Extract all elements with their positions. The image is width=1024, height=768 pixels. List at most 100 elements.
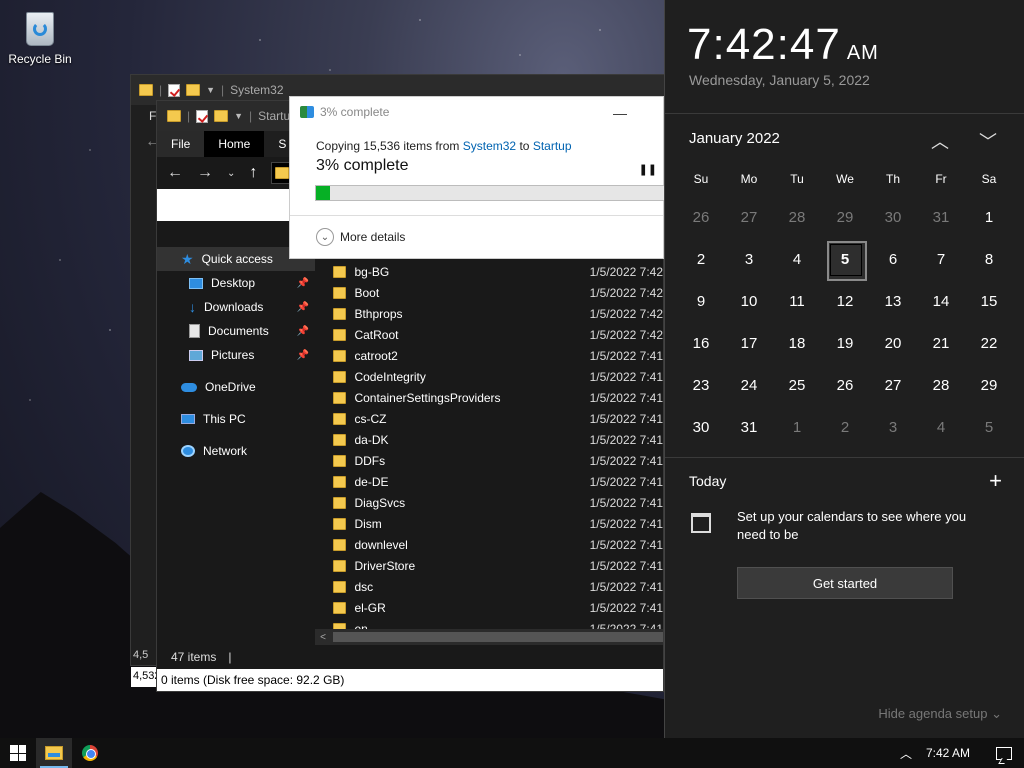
file-row[interactable]: bg-BG 1/5/2022 7:42	[333, 261, 663, 282]
calendar-day[interactable]: 14	[917, 280, 965, 322]
nav-item-downloads[interactable]: ↓ Downloads 📌	[157, 295, 315, 319]
calendar-day[interactable]: 3	[725, 238, 773, 280]
file-row[interactable]: CatRoot 1/5/2022 7:42	[333, 324, 663, 345]
calendar-day[interactable]: 7	[917, 238, 965, 280]
calendar-day[interactable]: 27	[869, 364, 917, 406]
calendar-day[interactable]: 29	[821, 196, 869, 238]
calendar-day[interactable]: 9	[677, 280, 725, 322]
pause-icon[interactable]: ❚❚	[639, 163, 657, 176]
show-hidden-icons-chevron-icon[interactable]: ︿	[894, 745, 918, 762]
taskbar-file-explorer[interactable]	[36, 738, 72, 768]
back-arrow-icon[interactable]: ←	[131, 123, 161, 151]
calendar-day[interactable]: 19	[821, 322, 869, 364]
new-folder-icon[interactable]	[186, 84, 201, 96]
nav-item-desktop[interactable]: Desktop 📌	[157, 271, 315, 295]
quick-access-dropdown-icon[interactable]: ▼	[234, 111, 243, 121]
file-row[interactable]: DiagSvcs 1/5/2022 7:41	[333, 492, 663, 513]
add-event-icon[interactable]: +	[989, 468, 1002, 494]
calendar-day[interactable]: 13	[869, 280, 917, 322]
calendar-day[interactable]: 22	[965, 322, 1013, 364]
calendar-day[interactable]: 24	[725, 364, 773, 406]
pin-icon[interactable]: 📌	[297, 302, 309, 313]
nav-item-documents[interactable]: Documents 📌	[157, 319, 315, 343]
calendar-day[interactable]: 10	[725, 280, 773, 322]
source-link[interactable]: System32	[463, 139, 516, 153]
hide-agenda-button[interactable]: Hide agenda setup ⌄	[878, 706, 1002, 722]
recycle-bin-shortcut[interactable]: Recycle Bin	[6, 8, 74, 66]
previous-month-chevron-icon[interactable]: ︿	[931, 128, 949, 154]
calendar-day[interactable]: 16	[677, 322, 725, 364]
calendar-day[interactable]: 30	[869, 196, 917, 238]
calendar-day[interactable]: 31	[917, 196, 965, 238]
file-row[interactable]: ContainerSettingsProviders 1/5/2022 7:41	[333, 387, 663, 408]
file-row[interactable]: CodeIntegrity 1/5/2022 7:41	[333, 366, 663, 387]
calendar-day[interactable]: 15	[965, 280, 1013, 322]
forward-arrow-icon[interactable]: →	[197, 164, 213, 182]
file-row[interactable]: catroot2 1/5/2022 7:41	[333, 345, 663, 366]
file-row[interactable]: DriverStore 1/5/2022 7:41	[333, 555, 663, 576]
calendar-day[interactable]: 1	[773, 406, 821, 448]
calendar-day[interactable]: 28	[773, 196, 821, 238]
calendar-day[interactable]: 11	[773, 280, 821, 322]
calendar-day[interactable]: 21	[917, 322, 965, 364]
copy-progress-dialog[interactable]: 3% complete — Copying 15,536 items from …	[289, 96, 665, 259]
calendar-day[interactable]: 23	[677, 364, 725, 406]
calendar-day[interactable]: 18	[773, 322, 821, 364]
calendar-day[interactable]: 29	[965, 364, 1013, 406]
calendar-day[interactable]: 5	[965, 406, 1013, 448]
horizontal-scrollbar[interactable]: <	[315, 629, 663, 645]
tab-file[interactable]: File	[157, 131, 205, 157]
file-tab-letter[interactable]: F	[131, 105, 157, 123]
minimize-button[interactable]: —	[613, 105, 627, 121]
tab-home[interactable]: Home	[204, 131, 265, 157]
calendar-day[interactable]: 2	[821, 406, 869, 448]
scroll-left-icon[interactable]: <	[315, 632, 331, 643]
calendar-day[interactable]: 4	[773, 238, 821, 280]
pin-icon[interactable]: 📌	[297, 326, 309, 337]
up-arrow-icon[interactable]: ↑	[249, 164, 257, 182]
calendar-day[interactable]: 12	[821, 280, 869, 322]
start-button[interactable]	[0, 738, 36, 768]
recent-locations-chevron-icon[interactable]: ⌄	[227, 168, 235, 179]
calendar-day[interactable]: 26	[677, 196, 725, 238]
calendar-day[interactable]: 26	[821, 364, 869, 406]
file-row[interactable]: downlevel 1/5/2022 7:41	[333, 534, 663, 555]
action-center-button[interactable]	[984, 738, 1024, 768]
dialog-titlebar[interactable]: 3% complete —	[290, 97, 663, 127]
calendar-day[interactable]: 17	[725, 322, 773, 364]
file-row[interactable]: Dism 1/5/2022 7:41	[333, 513, 663, 534]
file-row[interactable]: cs-CZ 1/5/2022 7:41	[333, 408, 663, 429]
calendar-day[interactable]: 31	[725, 406, 773, 448]
file-row[interactable]: DDFs 1/5/2022 7:41	[333, 450, 663, 471]
calendar-day[interactable]: 3	[869, 406, 917, 448]
file-row[interactable]: dsc 1/5/2022 7:41	[333, 576, 663, 597]
calendar-day[interactable]: 2	[677, 238, 725, 280]
file-row[interactable]: Bthprops 1/5/2022 7:42	[333, 303, 663, 324]
file-row[interactable]: da-DK 1/5/2022 7:41	[333, 429, 663, 450]
nav-item-pictures[interactable]: Pictures 📌	[157, 343, 315, 367]
calendar-day[interactable]: 28	[917, 364, 965, 406]
calendar-day[interactable]: 27	[725, 196, 773, 238]
taskbar-clock[interactable]: 7:42 AM	[918, 746, 984, 760]
calendar-day[interactable]: 25	[773, 364, 821, 406]
scrollbar-thumb[interactable]	[333, 632, 663, 642]
properties-icon[interactable]	[196, 109, 209, 123]
file-row[interactable]: el-GR 1/5/2022 7:41	[333, 597, 663, 618]
calendar-day[interactable]: 30	[677, 406, 725, 448]
nav-item-onedrive[interactable]: OneDrive	[157, 375, 315, 399]
pin-icon[interactable]: 📌	[297, 278, 309, 289]
calendar-day[interactable]: 20	[869, 322, 917, 364]
calendar-day-today[interactable]: 5	[821, 238, 869, 281]
nav-item-this-pc[interactable]: This PC	[157, 407, 315, 431]
calendar-day[interactable]: 1	[965, 196, 1013, 238]
taskbar-chrome[interactable]	[72, 738, 108, 768]
more-details-button[interactable]: ⌄ More details	[316, 228, 405, 246]
destination-link[interactable]: Startup	[533, 139, 572, 153]
nav-item-network[interactable]: Network	[157, 439, 315, 463]
file-row[interactable]: de-DE 1/5/2022 7:41	[333, 471, 663, 492]
calendar-day[interactable]: 8	[965, 238, 1013, 280]
quick-access-dropdown-icon[interactable]: ▼	[206, 85, 215, 95]
file-row[interactable]: Boot 1/5/2022 7:42	[333, 282, 663, 303]
calendar-day[interactable]: 4	[917, 406, 965, 448]
month-header[interactable]: January 2022	[689, 130, 780, 147]
